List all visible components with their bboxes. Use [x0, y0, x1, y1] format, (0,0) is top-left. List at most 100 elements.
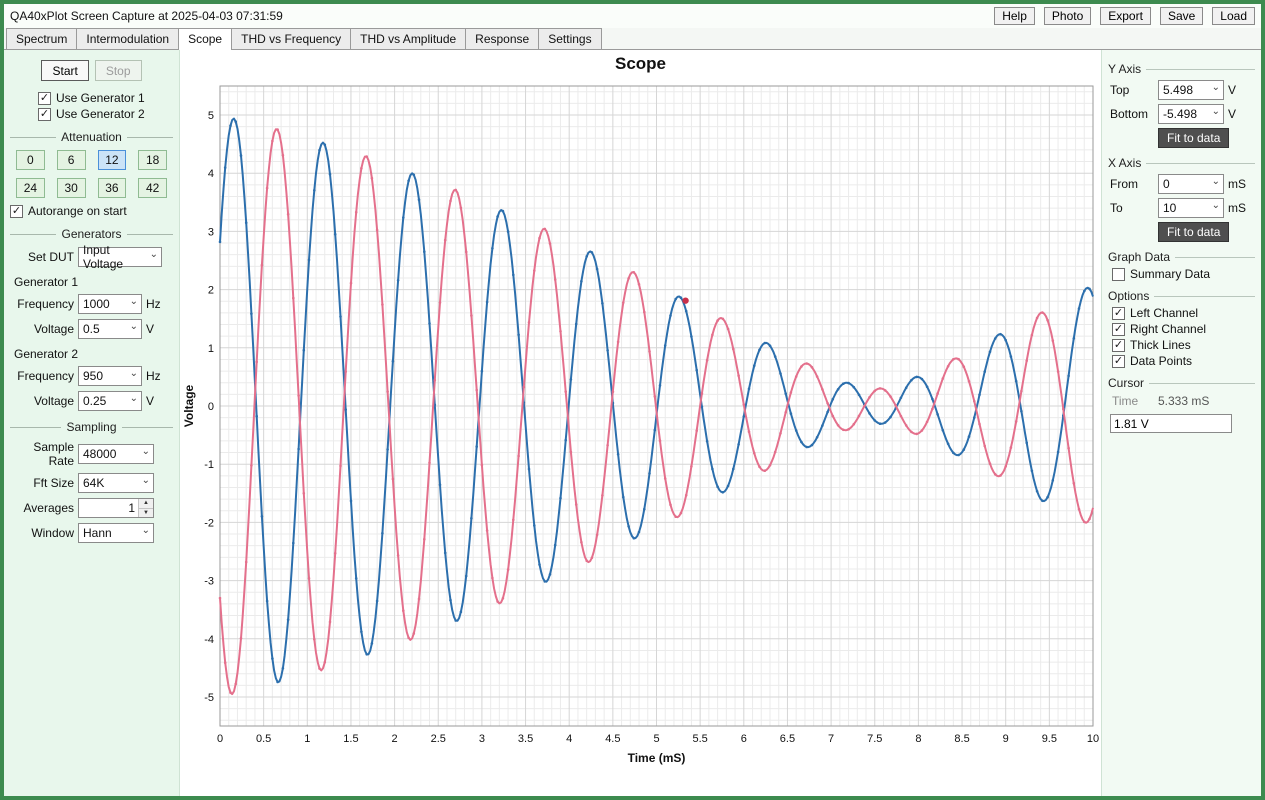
set-dut-select[interactable]: Input Voltage ⌄ [78, 243, 162, 271]
attenuation-18-button[interactable]: 18 [138, 150, 167, 170]
attenuation-12-button[interactable]: 12 [97, 150, 127, 170]
option-right-channel-checkbox[interactable]: ✓ [1112, 322, 1125, 336]
attenuation-30-button[interactable]: 30 [56, 178, 86, 198]
content: Start Stop ✓ Use Generator 1 ✓ Use Gener… [4, 50, 1261, 796]
svg-text:1.5: 1.5 [343, 733, 358, 745]
use-generator-1-checkbox[interactable]: ✓ [38, 91, 51, 105]
tab-response[interactable]: Response [465, 28, 540, 49]
chevron-down-icon: ⌄ [1211, 82, 1220, 93]
option-left-channel-checkbox[interactable]: ✓ [1112, 306, 1125, 320]
y-bottom-select[interactable]: -5.498 ⌄ [1158, 104, 1224, 124]
svg-text:10: 10 [1087, 733, 1099, 745]
attenuation-0-button[interactable]: 0 [16, 150, 45, 170]
summary-data-checkbox[interactable] [1112, 267, 1125, 281]
window-select[interactable]: Hann ⌄ [78, 523, 154, 543]
option-data-points-row[interactable]: ✓ Data Points [1112, 354, 1255, 368]
option-thick-lines-row[interactable]: ✓ Thick Lines [1112, 338, 1255, 352]
svg-text:0: 0 [208, 401, 214, 413]
attenuation-36-button[interactable]: 36 [97, 178, 127, 198]
titlebar: QA40xPlot Screen Capture at 2025-04-03 0… [4, 4, 1261, 28]
chart-area: Scope 0 0.5 1 1.5 2 2.5 3 3.5 4 4.5 5 5.5 6 6.5 7 7.5 8 8… [180, 50, 1101, 796]
start-button[interactable]: Start [41, 60, 89, 81]
gen2-frequency-label: Frequency [17, 369, 74, 383]
use-generator-1-row[interactable]: ✓ Use Generator 1 [38, 91, 173, 105]
gen2-voltage-value: 0.25 [83, 394, 107, 408]
chart-title: Scope [614, 54, 667, 73]
y-top-select[interactable]: 5.498 ⌄ [1158, 80, 1224, 100]
averages-up-button[interactable]: ▲ [139, 499, 153, 509]
x-to-select[interactable]: 10 ⌄ [1158, 198, 1224, 218]
option-left-channel-row[interactable]: ✓ Left Channel [1112, 306, 1255, 320]
x-axis-group-header: X Axis [1108, 156, 1255, 170]
load-button[interactable]: Load [1212, 7, 1255, 25]
fft-size-select[interactable]: 64K ⌄ [78, 473, 154, 493]
y-bottom-label: Bottom [1110, 107, 1149, 121]
tab-scope[interactable]: Scope [178, 28, 233, 50]
window-value: Hann [83, 526, 112, 540]
x-axis-title: Time (mS) [628, 751, 686, 765]
scope-plot[interactable]: 0 0.5 1 1.5 2 2.5 3 3.5 4 4.5 5 5.5 6 6.5 7 7.5 8 8.5 9 9.5… [180, 78, 1101, 778]
cursor-group-header: Cursor [1108, 376, 1255, 390]
help-button[interactable]: Help [994, 7, 1035, 25]
svg-text:3: 3 [479, 733, 485, 745]
attenuation-24-button[interactable]: 24 [16, 178, 45, 198]
svg-text:2.5: 2.5 [431, 733, 446, 745]
sample-rate-value: 48000 [83, 447, 117, 461]
gen1-voltage-label: Voltage [33, 322, 74, 336]
y-axis-title: Voltage [182, 384, 196, 427]
averages-down-button[interactable]: ▼ [139, 508, 153, 517]
tab-thd-vs-amplitude[interactable]: THD vs Amplitude [350, 28, 467, 49]
sampling-group-header: Sampling [10, 420, 173, 434]
gen2-frequency-select[interactable]: 950 ⌄ [78, 366, 142, 386]
autorange-row[interactable]: ✓ Autorange on start [10, 204, 173, 218]
generators-group-header: Generators [10, 227, 173, 241]
titlebar-buttons: Help Photo Export Save Load [994, 7, 1255, 25]
attenuation-6-button[interactable]: 6 [56, 150, 86, 170]
option-left-channel-label: Left Channel [1130, 306, 1199, 320]
tab-settings[interactable]: Settings [538, 28, 602, 49]
tab-spectrum[interactable]: Spectrum [6, 28, 78, 49]
save-button[interactable]: Save [1159, 7, 1204, 25]
summary-data-row[interactable]: Summary Data [1112, 267, 1255, 281]
averages-stepper[interactable]: 1 ▲ ▼ [78, 498, 154, 518]
gen2-voltage-select[interactable]: 0.25 ⌄ [78, 391, 142, 411]
attenuation-buttons: 0 6 12 18 24 30 36 42 [16, 150, 167, 198]
chevron-down-icon: ⌄ [141, 446, 150, 457]
x-from-value: 0 [1163, 177, 1170, 191]
cursor-value-input[interactable] [1110, 414, 1232, 433]
tab-bar: Spectrum Intermodulation Scope THD vs Frequ… [4, 28, 1261, 50]
sample-rate-select[interactable]: 48000 ⌄ [78, 444, 154, 464]
y-fit-to-data-button[interactable]: Fit to data [1158, 128, 1230, 148]
option-thick-lines-checkbox[interactable]: ✓ [1112, 338, 1125, 352]
summary-data-label: Summary Data [1130, 267, 1211, 281]
gen1-frequency-select[interactable]: 1000 ⌄ [78, 294, 142, 314]
use-generator-1-label: Use Generator 1 [56, 91, 145, 105]
option-data-points-checkbox[interactable]: ✓ [1112, 354, 1125, 368]
use-generator-2-checkbox[interactable]: ✓ [38, 107, 51, 121]
y-top-unit: V [1228, 83, 1237, 97]
svg-text:4.5: 4.5 [605, 733, 620, 745]
stop-button[interactable]: Stop [94, 60, 142, 81]
svg-text:-2: -2 [204, 517, 214, 529]
svg-text:1: 1 [208, 343, 214, 355]
export-button[interactable]: Export [1100, 7, 1151, 25]
chevron-down-icon: ⌄ [129, 296, 138, 307]
svg-text:-1: -1 [204, 459, 214, 471]
options-list: ✓ Left Channel ✓ Right Channel ✓ Thick Lines ✓… [1106, 306, 1261, 368]
x-fit-to-data-button[interactable]: Fit to data [1158, 222, 1230, 242]
x-from-label: From [1110, 177, 1138, 191]
option-right-channel-row[interactable]: ✓ Right Channel [1112, 322, 1255, 336]
svg-text:6.5: 6.5 [780, 733, 795, 745]
x-from-select[interactable]: 0 ⌄ [1158, 174, 1224, 194]
tab-intermodulation[interactable]: Intermodulation [76, 28, 180, 49]
tab-thd-vs-frequency[interactable]: THD vs Frequency [231, 28, 352, 49]
svg-text:8.5: 8.5 [954, 733, 969, 745]
svg-text:9.5: 9.5 [1042, 733, 1057, 745]
use-generator-2-row[interactable]: ✓ Use Generator 2 [38, 107, 173, 121]
gen1-voltage-select[interactable]: 0.5 ⌄ [78, 319, 142, 339]
attenuation-42-button[interactable]: 42 [138, 178, 167, 198]
gen2-frequency-value: 950 [83, 369, 104, 383]
attenuation-group-header: Attenuation [10, 130, 173, 144]
autorange-checkbox[interactable]: ✓ [10, 204, 23, 218]
photo-button[interactable]: Photo [1043, 7, 1092, 25]
